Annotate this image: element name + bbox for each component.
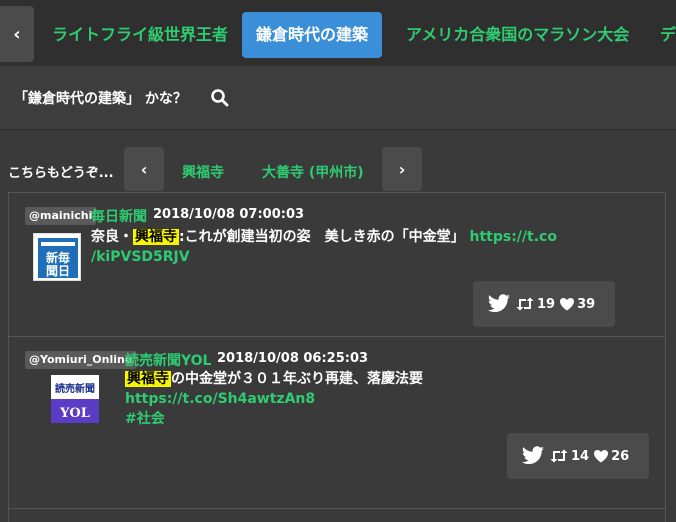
tweet-source[interactable]: 毎日新聞 [91, 206, 147, 226]
tweet-link[interactable]: /kiPVSD5RJV [91, 249, 190, 265]
tab-kamakura-architecture[interactable]: 鎌倉時代の建築 [242, 12, 383, 58]
related-item-daizenji[interactable]: 大善寺 (甲州市) [262, 162, 364, 182]
yomiuri-logo: 読売新聞 YOL [51, 375, 99, 423]
mainichi-logo-mark: 新毎 聞日 [38, 238, 78, 278]
svg-text:聞日: 聞日 [46, 264, 70, 278]
query-text: 「鎌倉時代の建築」 かな？ [14, 91, 187, 107]
related-item-kofukuji[interactable]: 興福寺 [182, 162, 224, 182]
tweet-actions: 19 39 [473, 281, 615, 327]
like-count: 26 [611, 448, 630, 464]
retweet-count: 19 [537, 296, 556, 312]
tweet-keyword-highlight: 興福寺 [133, 229, 179, 245]
tweet-item: @mainichi 毎日新聞 2018/10/08 07:00:03 新毎 聞日… [9, 193, 665, 337]
heart-icon[interactable] [559, 297, 575, 311]
retweet-icon[interactable] [549, 449, 569, 463]
topic-tab-bar: ‹ ライトフライ級世界王者 鎌倉時代の建築 アメリカ合衆国のマラソン大会 デ [0, 0, 676, 66]
tweet-body: 奈良・ 興福寺:これが創建当初の姿 美しき赤の「中金堂」 https://t.co… [91, 227, 581, 267]
tweet-keyword-highlight: 興福寺 [125, 371, 171, 387]
tab-us-marathon[interactable]: アメリカ合衆国のマラソン大会 [406, 12, 629, 58]
tab-next-partial[interactable]: デ [660, 12, 676, 58]
query-bar: 「鎌倉時代の建築」 かな？ [0, 66, 676, 130]
tweet-actions: 14 26 [507, 433, 649, 479]
tabs-prev-button[interactable]: ‹ [0, 6, 34, 62]
tweet-handle[interactable]: @Yomiuri_Online [25, 351, 137, 369]
mainichi-logo: 新毎 聞日 [33, 233, 81, 281]
tab-light-flyweight[interactable]: ライトフライ級世界王者 [52, 12, 228, 58]
related-next-button[interactable]: › [382, 147, 422, 191]
tweet-link[interactable]: https://t.co/Sh4awtzAn8 [125, 391, 315, 407]
tweet-item: @Yomiuri_Online 読売新聞YOL 2018/10/08 06:25… [9, 337, 665, 509]
tweet-source[interactable]: 読売新聞YOL [125, 350, 211, 370]
svg-text:読売新聞: 読売新聞 [55, 382, 95, 395]
tweet-text: :これが創建当初の姿 美しき赤の「中金堂」 [179, 229, 465, 245]
chevron-right-icon: › [398, 159, 406, 179]
tweet-datetime: 2018/10/08 06:25:03 [217, 351, 369, 366]
tweet-text: の中金堂が３０１年ぶり再建、落慶法要 [171, 371, 423, 387]
svg-text:YOL: YOL [59, 406, 90, 421]
tweet-body: 興福寺 の中金堂が３０１年ぶり再建、落慶法要 https://t.co/Sh4aw… [125, 369, 565, 429]
retweet-icon[interactable] [515, 297, 535, 311]
tweet-link[interactable]: https://t.co [469, 229, 556, 245]
svg-text:新毎: 新毎 [46, 250, 70, 265]
chevron-left-icon: ‹ [140, 159, 148, 179]
retweet-count: 14 [571, 448, 590, 464]
search-icon[interactable] [210, 88, 230, 108]
tweet-hashtag[interactable]: #社会 [125, 411, 165, 427]
related-label: こちらもどうぞ... [8, 166, 114, 181]
twitter-bird-icon[interactable] [521, 446, 545, 466]
yomiuri-logo-mark: 読売新聞 YOL [51, 375, 99, 423]
like-count: 39 [577, 296, 596, 312]
tweet-datetime: 2018/10/08 07:00:03 [153, 207, 305, 222]
tweet-handle[interactable]: @mainichi [25, 207, 97, 225]
tweet-feed: @mainichi 毎日新聞 2018/10/08 07:00:03 新毎 聞日… [8, 192, 666, 522]
related-prev-button[interactable]: ‹ [124, 147, 164, 191]
twitter-bird-icon[interactable] [487, 294, 511, 314]
tweet-text: 奈良・ [91, 229, 133, 245]
heart-icon[interactable] [593, 449, 609, 463]
chevron-left-icon: ‹ [13, 23, 21, 45]
